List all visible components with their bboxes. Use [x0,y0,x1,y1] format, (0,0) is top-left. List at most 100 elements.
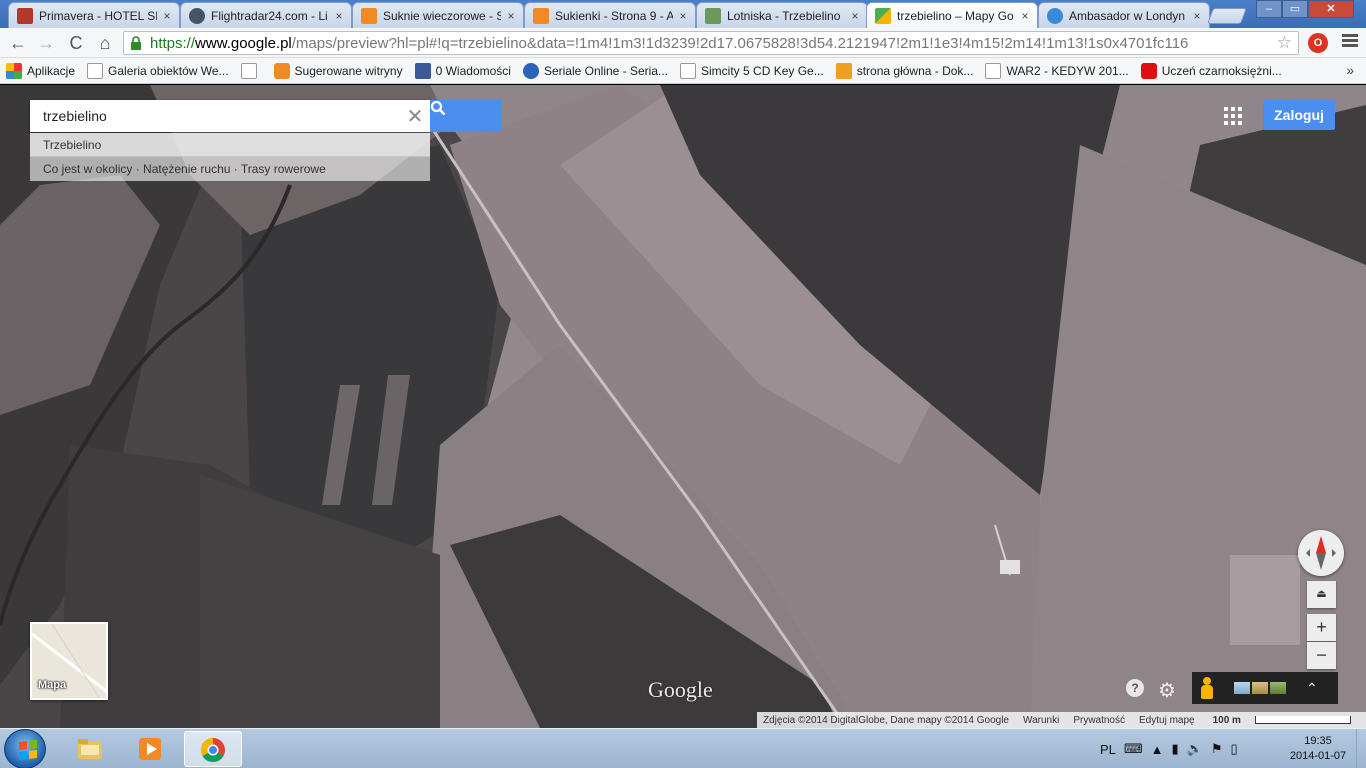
close-tab-icon[interactable]: × [505,9,517,23]
flightradar-favicon-icon [189,7,205,24]
close-tab-icon[interactable]: × [333,9,345,23]
close-tab-icon[interactable]: × [849,9,861,23]
bookmark-label: WAR2 - KEDYW 201... [1006,63,1129,78]
taskbar-media-player[interactable] [122,731,176,767]
expand-tray-icon[interactable]: ⌃ [1306,680,1318,697]
close-tab-icon[interactable]: × [1019,9,1031,23]
scale-line [1254,716,1351,724]
youtube-icon [1140,62,1157,79]
back-button[interactable]: ← [6,31,30,55]
action-center-icon[interactable]: ⚑ [1211,741,1223,757]
bookmark-label: Galeria obiektów We... [108,63,229,78]
home-button[interactable]: ⌂ [93,31,117,55]
settings-gear-icon[interactable]: ⚙ [1158,678,1176,703]
show-hidden-icons-icon[interactable]: ▲ [1151,742,1164,757]
chrome-menu-icon[interactable] [1342,34,1358,50]
bookmark-label: Uczeń czarnoksiężni... [1161,63,1282,78]
terms-link[interactable]: Warunki [1023,715,1059,726]
language-indicator[interactable]: PL [1100,742,1116,757]
url-text[interactable]: https://www.google.pl/maps/preview?hl=pl… [150,35,1273,52]
compass-icon[interactable] [1298,530,1344,576]
bookmark-label: Seriale Online - Seria... [543,63,669,78]
tilt-button[interactable]: ⏏ [1307,581,1336,608]
photo-thumbnail-icon[interactable] [1252,682,1268,694]
address-bar[interactable]: https://www.google.pl/maps/preview?hl=pl… [123,31,1299,55]
suggestion-title[interactable]: Trzebielino [30,133,430,157]
lock-icon [130,36,144,50]
tab-flightradar[interactable]: Flightradar24.com - Li × [180,2,352,28]
extension-icon[interactable]: O [1308,33,1328,53]
page-icon [680,62,697,79]
privacy-link[interactable]: Prywatność [1073,715,1125,726]
tab-google-maps[interactable]: trzebielino – Mapy Go × [866,2,1038,28]
close-tab-icon[interactable]: × [677,9,689,23]
bookmark-simcity[interactable]: Simcity 5 CD Key Ge... [680,62,824,79]
minimize-button[interactable]: – [1256,0,1282,18]
network-signal-icon[interactable]: ▮ [1172,741,1179,757]
facebook-icon [414,62,431,79]
start-button[interactable] [4,729,46,768]
bookmark-uczen[interactable]: Uczeń czarnoksiężni... [1140,62,1282,79]
tab-title: Suknie wieczorowe - S [383,8,501,23]
terrain-thumbnail-icon[interactable] [1270,682,1286,694]
google-apps-icon[interactable] [1224,107,1242,125]
bookmark-blank[interactable] [240,62,262,79]
suggested-icon [273,62,290,79]
close-window-button[interactable]: ✕ [1308,0,1354,18]
zoom-out-button[interactable]: − [1307,642,1336,669]
keyboard-icon[interactable]: ⌨ [1124,741,1143,757]
reload-button[interactable]: C [64,31,88,55]
help-icon[interactable]: ? [1126,679,1144,697]
system-tray: PL ⌨ ▲ ▮ 🔈 ⚑ ▯ [1100,729,1246,768]
maximize-button[interactable]: ▭ [1282,0,1308,18]
bookmarks-overflow-button[interactable]: » [1346,62,1354,78]
earth-thumbnail-icon[interactable] [1234,682,1250,694]
apps-icon [6,62,22,79]
satellite-map[interactable]: ✕ Trzebielino Co jest w okolicy · Natęże… [0,85,1366,728]
pegman-icon[interactable] [1200,677,1214,699]
bookmark-star-icon[interactable]: ☆ [1277,33,1292,53]
sign-in-button[interactable]: Zaloguj [1263,100,1335,130]
bookmark-sugerowane[interactable]: Sugerowane witryny [273,62,403,79]
bookmark-strona-glowna[interactable]: strona główna - Dok... [835,62,974,79]
edit-map-link[interactable]: Edytuj mapę [1139,715,1195,726]
bookmark-facebook[interactable]: 0 Wiadomości [414,62,511,79]
bookmark-apps[interactable]: Aplikacje [6,62,75,79]
volume-icon[interactable]: 🔈 [1187,741,1203,757]
close-tab-icon[interactable]: × [161,9,173,23]
google-logo: Google [648,677,713,702]
clock-date: 2014-01-07 [1289,750,1347,762]
battery-icon[interactable]: ▯ [1231,741,1238,757]
close-tab-icon[interactable]: × [1191,9,1203,23]
bookmarks-bar: Aplikacje Galeria obiektów We... Sugerow… [0,58,1366,84]
forward-button[interactable]: → [34,31,58,55]
taskbar-clock[interactable]: 19:35 2014-01-07 [1280,734,1356,764]
taskbar-chrome[interactable] [184,731,242,767]
clock-time: 19:35 [1304,735,1332,747]
bookmark-label: strona główna - Dok... [856,63,974,78]
browser-toolbar: ← → C ⌂ https://www.google.pl/maps/previ… [0,28,1366,58]
clear-search-icon[interactable]: ✕ [400,104,430,129]
zoom-in-button[interactable]: + [1307,614,1336,641]
suggestion-links[interactable]: Co jest w okolicy · Natężenie ruchu · Tr… [30,157,430,181]
search-button[interactable] [430,100,502,132]
hotel-favicon-icon [17,7,33,24]
u-icon [835,62,852,79]
new-tab-button[interactable] [1207,8,1247,24]
show-desktop-button[interactable] [1356,729,1366,768]
bookmark-galeria[interactable]: Galeria obiektów We... [87,62,229,79]
tab-lotniska[interactable]: Lotniska - Trzebielino × [696,2,868,28]
scale-bar[interactable]: 100 m [1207,715,1359,726]
windows-taskbar: PL ⌨ ▲ ▮ 🔈 ⚑ ▯ 19:35 2014-01-07 [0,728,1366,768]
tab-suknie[interactable]: Suknie wieczorowe - S × [352,2,524,28]
tab-ambasador[interactable]: Ambasador w Londyn × [1038,2,1210,28]
search-input[interactable] [30,101,400,131]
bookmark-seriale[interactable]: Seriale Online - Seria... [522,62,669,79]
taskbar-explorer[interactable] [62,731,116,767]
tab-title: Sukienki - Strona 9 - A [555,8,673,23]
tab-primavera[interactable]: Primavera - HOTEL SP × [8,2,180,28]
map-type-toggle[interactable]: Mapa [30,622,108,700]
page-icon [240,62,257,79]
tab-sukienki[interactable]: Sukienki - Strona 9 - A × [524,2,696,28]
bookmark-war2[interactable]: WAR2 - KEDYW 201... [985,62,1129,79]
